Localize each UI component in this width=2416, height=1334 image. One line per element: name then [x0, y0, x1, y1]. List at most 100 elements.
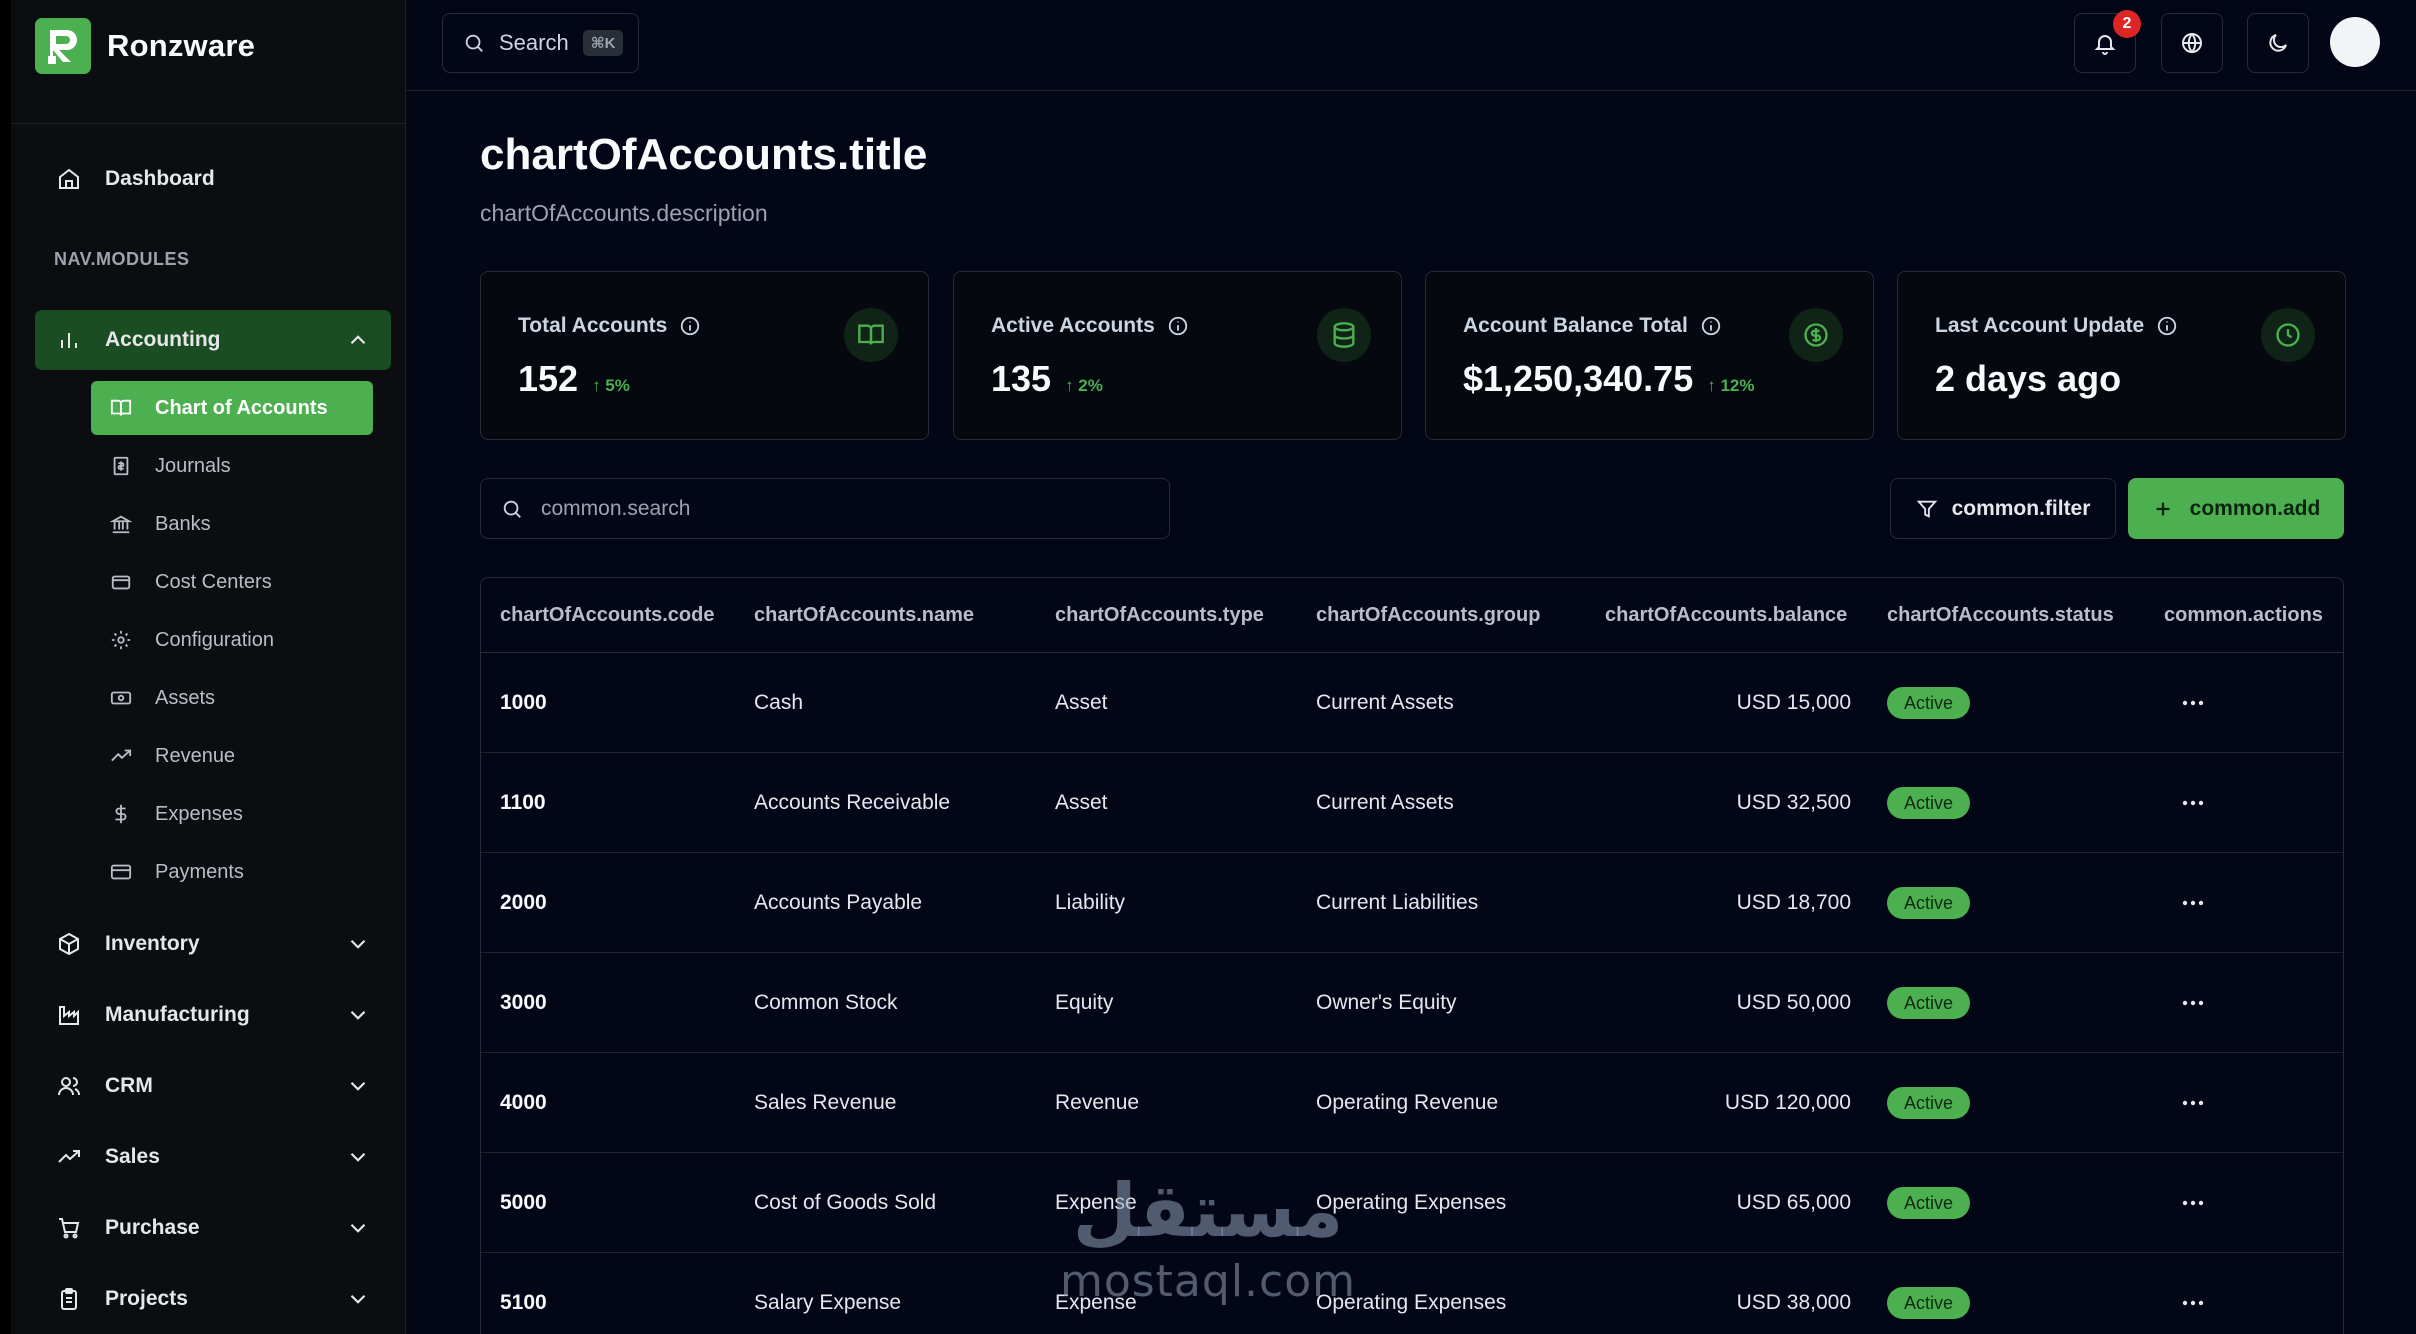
- table-row[interactable]: 5100 Salary Expense Expense Operating Ex…: [481, 1253, 2343, 1334]
- table-header: chartOfAccounts.code chartOfAccounts.nam…: [481, 578, 2343, 653]
- cell-name: Cost of Goods Sold: [754, 1191, 937, 1214]
- nav-label: Inventory: [105, 932, 200, 955]
- table-row[interactable]: 2000 Accounts Payable Liability Current …: [481, 853, 2343, 953]
- brand[interactable]: Ronzware: [35, 18, 255, 74]
- stat-value-row: $1,250,340.75 ↑ 12%: [1463, 358, 1754, 400]
- cell-code: 3000: [500, 991, 547, 1014]
- column-header-group[interactable]: chartOfAccounts.group: [1316, 604, 1540, 627]
- brand-name: Ronzware: [107, 28, 256, 63]
- chevron-down-icon[interactable]: [345, 1073, 371, 1099]
- subnav-configuration[interactable]: Configuration: [91, 613, 373, 667]
- more-actions-icon[interactable]: [2173, 1183, 2213, 1223]
- filter-button[interactable]: common.filter: [1890, 478, 2116, 539]
- cell-code: 2000: [500, 891, 547, 914]
- cell-name: Salary Expense: [754, 1291, 902, 1314]
- subnav-cost-centers[interactable]: Cost Centers: [91, 555, 373, 609]
- search-shortcut: ⌘K: [582, 30, 624, 56]
- chevron-down-icon[interactable]: [345, 1215, 371, 1241]
- cell-type: Equity: [1055, 991, 1114, 1014]
- search-placeholder: common.search: [541, 496, 691, 520]
- table-row[interactable]: 5000 Cost of Goods Sold Expense Operatin…: [481, 1153, 2343, 1253]
- cell-code: 5100: [500, 1291, 547, 1314]
- cell-name: Sales Revenue: [754, 1091, 897, 1114]
- clock-icon: [2261, 308, 2315, 362]
- avatar[interactable]: [2330, 17, 2380, 67]
- chevron-down-icon[interactable]: [345, 931, 371, 957]
- column-header-status[interactable]: chartOfAccounts.status: [1887, 604, 2114, 627]
- table-row[interactable]: 1000 Cash Asset Current Assets USD 15,00…: [481, 653, 2343, 753]
- subnav-banks[interactable]: Banks: [91, 497, 373, 551]
- subnav-label: Expenses: [155, 802, 243, 825]
- plus-icon: [2156, 502, 2170, 515]
- nav-inventory[interactable]: Inventory: [35, 914, 391, 974]
- stat-label: Account Balance Total: [1463, 314, 1688, 337]
- column-header-type[interactable]: chartOfAccounts.type: [1055, 604, 1264, 627]
- nav-manufacturing[interactable]: Manufacturing: [35, 985, 391, 1045]
- cell-type: Expense: [1055, 1191, 1137, 1214]
- nav-dashboard[interactable]: Dashboard: [35, 149, 391, 209]
- subnav-revenue[interactable]: Revenue: [91, 729, 373, 783]
- info-icon[interactable]: [1700, 315, 1722, 337]
- language-button[interactable]: [2161, 13, 2223, 73]
- more-actions-icon[interactable]: [2173, 883, 2213, 923]
- cell-name: Common Stock: [754, 991, 898, 1014]
- nav-section-label: NAV.MODULES: [54, 249, 190, 269]
- global-search-button[interactable]: Search ⌘K: [442, 13, 639, 73]
- status-badge: Active: [1887, 687, 1971, 719]
- stat-label-row: Last Account Update: [1935, 314, 2178, 338]
- nav-purchase[interactable]: Purchase: [35, 1198, 391, 1258]
- info-icon[interactable]: [679, 315, 701, 337]
- notifications-button[interactable]: 2: [2074, 10, 2141, 73]
- cell-code: 1000: [500, 691, 547, 714]
- chevron-down-icon[interactable]: [345, 1002, 371, 1028]
- cell-code: 1100: [500, 791, 546, 814]
- nav-label: Accounting: [105, 328, 221, 351]
- nav-accounting[interactable]: Accounting: [35, 310, 391, 370]
- receipt-icon: [109, 454, 133, 478]
- cell-code: 5000: [500, 1191, 547, 1214]
- nav-crm[interactable]: CRM: [35, 1056, 391, 1116]
- subnav-assets[interactable]: Assets: [91, 671, 373, 725]
- status-badge: Active: [1887, 787, 1971, 819]
- table-row[interactable]: 1100 Accounts Receivable Asset Current A…: [481, 753, 2343, 853]
- cell-group: Current Liabilities: [1316, 891, 1479, 914]
- bank-icon: [109, 512, 133, 536]
- chevron-down-icon[interactable]: [345, 1286, 371, 1312]
- banknote-icon: [109, 686, 133, 710]
- column-header-name[interactable]: chartOfAccounts.name: [754, 604, 974, 627]
- subnav-label: Payments: [155, 860, 244, 883]
- more-actions-icon[interactable]: [2173, 983, 2213, 1023]
- table-row[interactable]: 3000 Common Stock Equity Owner's Equity …: [481, 953, 2343, 1053]
- home-icon: [55, 165, 83, 193]
- nav-sales[interactable]: Sales: [35, 1127, 391, 1187]
- column-header-balance[interactable]: chartOfAccounts.balance: [1605, 604, 1847, 627]
- cell-balance: USD 50,000: [1736, 991, 1851, 1014]
- table-row[interactable]: 4000 Sales Revenue Revenue Operating Rev…: [481, 1053, 2343, 1153]
- chevron-down-icon[interactable]: [345, 1144, 371, 1170]
- nav-projects[interactable]: Projects: [35, 1269, 391, 1329]
- info-icon[interactable]: [1167, 315, 1189, 337]
- chevron-up-icon[interactable]: [345, 327, 371, 353]
- subnav-journals[interactable]: Journals: [91, 439, 373, 493]
- stat-card-last-update: Last Account Update 2 days ago: [1897, 271, 2346, 440]
- more-actions-icon[interactable]: [2173, 783, 2213, 823]
- stat-label-row: Account Balance Total: [1463, 314, 1722, 338]
- subnav-payments[interactable]: Payments: [91, 845, 373, 899]
- subnav-chart-of-accounts[interactable]: Chart of Accounts: [91, 381, 373, 435]
- stat-change: ↑ 5%: [592, 376, 630, 395]
- subnav-label: Cost Centers: [155, 570, 272, 593]
- info-icon[interactable]: [2156, 315, 2178, 337]
- cell-type: Asset: [1055, 791, 1108, 814]
- nav-label: Purchase: [105, 1216, 200, 1239]
- globe-icon: [2182, 33, 2202, 54]
- more-actions-icon[interactable]: [2173, 683, 2213, 723]
- more-actions-icon[interactable]: [2173, 1083, 2213, 1123]
- search-label: Search: [499, 30, 569, 55]
- cell-group: Current Assets: [1316, 691, 1454, 714]
- more-actions-icon[interactable]: [2173, 1283, 2213, 1323]
- add-button[interactable]: common.add: [2128, 478, 2344, 539]
- table-search-input[interactable]: common.search: [480, 478, 1170, 539]
- theme-toggle-button[interactable]: [2247, 13, 2309, 73]
- column-header-code[interactable]: chartOfAccounts.code: [500, 604, 714, 627]
- subnav-expenses[interactable]: Expenses: [91, 787, 373, 841]
